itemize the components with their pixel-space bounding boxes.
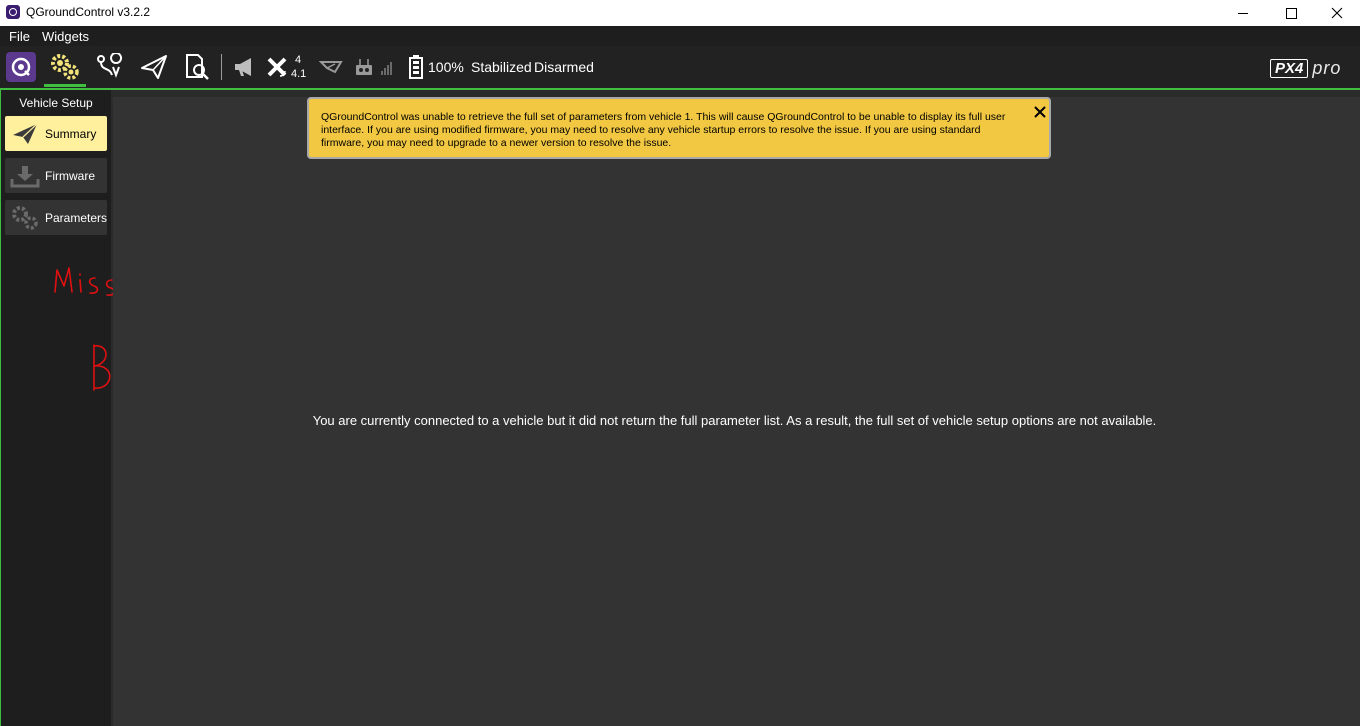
px4-pro-logo: PX4 pro (1270, 58, 1341, 79)
plan-view-button[interactable] (94, 46, 126, 88)
close-window-button[interactable] (1314, 0, 1360, 26)
maximize-button[interactable] (1268, 0, 1314, 26)
menu-bar: File Widgets (0, 26, 1360, 46)
banner-message: QGroundControl was unable to retrieve th… (321, 111, 1006, 149)
sidebar-item-summary[interactable]: Summary (5, 116, 107, 151)
px4-logo-text: PX4 (1270, 59, 1309, 78)
sidebar-item-label: Firmware (45, 169, 95, 183)
gears-icon (10, 204, 40, 231)
setup-content-panel (113, 97, 1360, 726)
rc-transmitter-icon (356, 59, 392, 75)
maximize-icon (1285, 7, 1297, 19)
gps-satellite-count: 4 (295, 54, 302, 66)
banner-close-button[interactable] (1031, 103, 1049, 121)
satellite-icon (267, 57, 287, 77)
sidebar-item-firmware[interactable]: Firmware (5, 158, 107, 193)
telemetry-icon (319, 61, 343, 74)
vehicle-setup-sidebar: Vehicle Setup Summary Firmware Parameter… (0, 90, 111, 726)
minimize-icon (1238, 12, 1248, 14)
gears-icon (51, 54, 79, 80)
close-icon (1034, 106, 1046, 118)
gps-hdop: 4.1 (291, 68, 307, 80)
parameter-missing-message: You are currently connected to a vehicle… (312, 413, 1157, 428)
qgc-menu-button[interactable] (6, 52, 36, 82)
download-icon (10, 162, 40, 189)
analyze-view-button[interactable] (182, 46, 212, 88)
gps-indicator[interactable] (264, 46, 290, 88)
plan-route-icon (97, 53, 123, 78)
window-title: QGroundControl v3.2.2 (26, 5, 151, 19)
sidebar-item-label: Parameters (45, 211, 108, 225)
window-title-bar: QGroundControl v3.2.2 (0, 0, 1360, 26)
parameter-warning-banner: QGroundControl was unable to retrieve th… (307, 97, 1051, 159)
battery-indicator[interactable] (408, 46, 424, 88)
toolbar-separator (221, 54, 222, 80)
rc-rssi-indicator[interactable] (354, 46, 394, 88)
main-toolbar: 4 4.1 100% Stabilized Disarmed PX4 pro (0, 46, 1360, 90)
active-tab-indicator (44, 84, 86, 87)
px4-logo-suffix: pro (1312, 58, 1342, 78)
document-search-icon (186, 54, 209, 80)
qgc-logo-icon (11, 57, 31, 77)
sidebar-item-label: Summary (45, 127, 97, 141)
arm-status[interactable]: Disarmed (534, 59, 594, 75)
paper-plane-icon (141, 55, 167, 79)
megaphone-icon (235, 58, 251, 76)
flight-mode[interactable]: Stabilized (471, 59, 532, 75)
vehicle-setup-button[interactable] (48, 46, 82, 88)
menu-file[interactable]: File (9, 29, 30, 44)
menu-widgets[interactable]: Widgets (42, 29, 89, 44)
minimize-button[interactable] (1220, 0, 1266, 26)
fly-view-button[interactable] (138, 46, 170, 88)
battery-icon (409, 55, 423, 79)
sidebar-heading: Vehicle Setup (19, 96, 93, 110)
app-icon (6, 5, 20, 19)
telemetry-rssi-indicator[interactable] (318, 46, 344, 88)
messages-indicator[interactable] (232, 46, 258, 88)
paper-plane-icon (10, 120, 40, 147)
battery-percentage: 100% (428, 59, 464, 75)
sidebar-item-parameters[interactable]: Parameters (5, 200, 107, 235)
close-icon (1331, 7, 1343, 19)
